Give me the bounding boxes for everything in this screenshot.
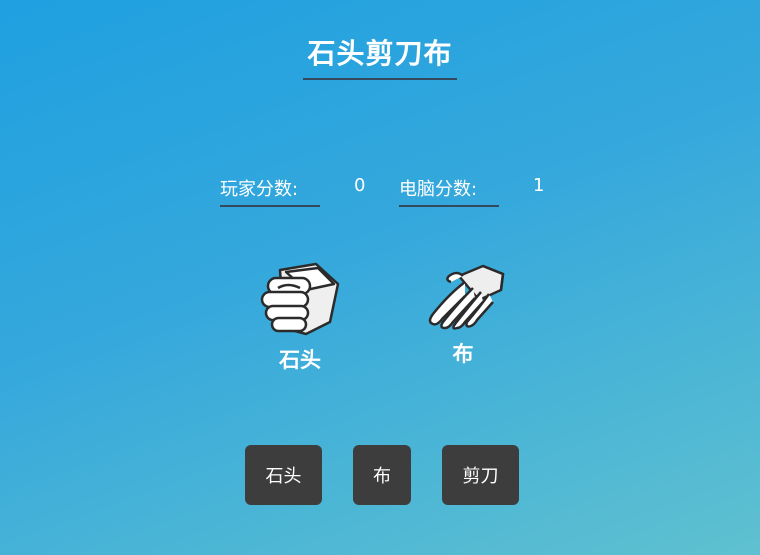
computer-score-label: 电脑分数: (399, 175, 499, 207)
game-title-text: 石头剪刀布 (303, 32, 457, 80)
computer-choice-label: 布 (452, 342, 474, 366)
player-score-label: 玩家分数: (220, 175, 320, 207)
paper-hand-icon (428, 264, 505, 330)
player-choice: 石头 (250, 262, 350, 374)
player-choice-label: 石头 (279, 348, 321, 372)
rock-hand-icon (260, 262, 340, 336)
computer-score-value: 1 (533, 175, 545, 196)
computer-choice: 布 (413, 262, 513, 368)
scissors-button[interactable]: 剪刀 (442, 445, 519, 505)
player-score-value: 0 (354, 175, 366, 196)
player-score: 玩家分数: 0 (220, 175, 365, 207)
game-title: 石头剪刀布 (0, 32, 760, 80)
paper-button[interactable]: 布 (353, 445, 411, 505)
rock-button[interactable]: 石头 (245, 445, 322, 505)
computer-score: 电脑分数: 1 (399, 175, 544, 207)
